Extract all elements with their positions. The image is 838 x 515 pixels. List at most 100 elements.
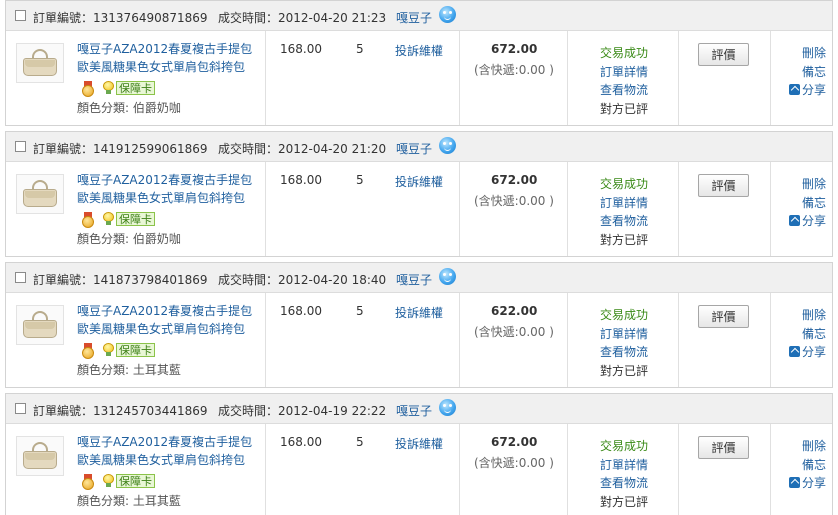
column-divider bbox=[678, 31, 679, 125]
complaint-link[interactable]: 投訴維權 bbox=[395, 173, 443, 190]
deal-time: 成交時間：2012-04-19 22:22 bbox=[218, 402, 386, 419]
medal-disc bbox=[82, 216, 94, 228]
medal-icon[interactable] bbox=[81, 474, 95, 490]
trade-status: 交易成功 bbox=[600, 46, 649, 60]
share-link[interactable]: 分享 bbox=[784, 212, 826, 231]
memo-link[interactable]: 備忘 bbox=[784, 194, 826, 213]
unit-price: 168.00 bbox=[280, 42, 322, 56]
review-status: 對方已評 bbox=[600, 101, 649, 116]
order-detail-link[interactable]: 訂單詳情 bbox=[600, 194, 648, 213]
delete-link[interactable]: 刪除 bbox=[784, 437, 826, 456]
share-link[interactable]: 分享 bbox=[784, 81, 826, 100]
wangwang-chat-icon[interactable] bbox=[439, 399, 456, 416]
review-button[interactable]: 評價 bbox=[698, 305, 749, 328]
order-number-value: 131245703441869 bbox=[93, 404, 208, 418]
order-select-checkbox[interactable] bbox=[15, 10, 26, 21]
product-thumbnail[interactable] bbox=[16, 174, 64, 214]
order-select-checkbox[interactable] bbox=[15, 403, 26, 414]
column-divider bbox=[567, 31, 568, 125]
quantity: 5 bbox=[356, 435, 364, 449]
complaint-link[interactable]: 投訴維權 bbox=[395, 435, 443, 452]
deal-time: 成交時間：2012-04-20 21:20 bbox=[218, 140, 386, 157]
operations-column: 刪除 備忘 分享 bbox=[784, 175, 826, 231]
order-select-checkbox[interactable] bbox=[15, 272, 26, 283]
wangwang-chat-icon[interactable] bbox=[439, 137, 456, 154]
review-button[interactable]: 評價 bbox=[698, 436, 749, 459]
order-detail-link[interactable]: 訂單詳情 bbox=[600, 63, 648, 82]
deal-time-label: 成交時間： bbox=[218, 273, 279, 287]
bulb-base bbox=[106, 90, 111, 94]
column-divider bbox=[770, 424, 771, 515]
deal-time-label: 成交時間： bbox=[218, 404, 279, 418]
status-column: 交易成功 訂單詳情 查看物流 對方已評 bbox=[600, 44, 648, 118]
medal-icon[interactable] bbox=[81, 343, 95, 359]
memo-link[interactable]: 備忘 bbox=[784, 456, 826, 475]
seller-link[interactable]: 嘎豆子 bbox=[396, 402, 432, 419]
product-thumbnail[interactable] bbox=[16, 305, 64, 345]
product-title-link[interactable]: 嘎豆子AZA2012春夏複古手提包歐美風糖果色女式單肩包斜挎包 bbox=[77, 433, 262, 469]
product-title-link[interactable]: 嘎豆子AZA2012春夏複古手提包歐美風糖果色女式單肩包斜挎包 bbox=[77, 40, 262, 76]
guarantee-card-badge[interactable]: 保障卡 bbox=[116, 474, 155, 488]
view-logistics-link[interactable]: 查看物流 bbox=[600, 81, 648, 100]
share-link[interactable]: 分享 bbox=[784, 343, 826, 362]
share-label: 分享 bbox=[801, 345, 826, 359]
color-attribute: 顏色分類: 土耳其藍 bbox=[77, 363, 181, 377]
complaint-link[interactable]: 投訴維權 bbox=[395, 42, 443, 59]
review-button[interactable]: 評價 bbox=[698, 174, 749, 197]
guarantee-bulb-icon bbox=[102, 343, 115, 357]
unit-price: 168.00 bbox=[280, 304, 322, 318]
order-card: 訂單編號：131245703441869 成交時間：2012-04-19 22:… bbox=[5, 393, 833, 515]
order-select-checkbox[interactable] bbox=[15, 141, 26, 152]
product-thumbnail[interactable] bbox=[16, 43, 64, 83]
seller-link[interactable]: 嘎豆子 bbox=[396, 9, 432, 26]
share-label: 分享 bbox=[801, 476, 826, 490]
medal-icon[interactable] bbox=[81, 212, 95, 228]
order-row: 嘎豆子AZA2012春夏複古手提包歐美風糖果色女式單肩包斜挎包 保障卡 顏色分類… bbox=[6, 162, 832, 256]
share-icon bbox=[788, 215, 800, 226]
order-number-label: 訂單編號： bbox=[33, 404, 94, 418]
guarantee-card-badge[interactable]: 保障卡 bbox=[116, 212, 155, 226]
order-card: 訂單編號：141912599061869 成交時間：2012-04-20 21:… bbox=[5, 131, 833, 257]
delete-link[interactable]: 刪除 bbox=[784, 306, 826, 325]
guarantee-card-badge[interactable]: 保障卡 bbox=[116, 81, 155, 95]
handbag-flap bbox=[25, 322, 55, 329]
product-thumbnail[interactable] bbox=[16, 436, 64, 476]
status-column: 交易成功 訂單詳情 查看物流 對方已評 bbox=[600, 306, 648, 380]
operations-column: 刪除 備忘 分享 bbox=[784, 44, 826, 100]
share-link[interactable]: 分享 bbox=[784, 474, 826, 493]
column-divider bbox=[567, 162, 568, 256]
product-title-link[interactable]: 嘎豆子AZA2012春夏複古手提包歐美風糖果色女式單肩包斜挎包 bbox=[77, 302, 262, 338]
seller-link[interactable]: 嘎豆子 bbox=[396, 140, 432, 157]
product-title-link[interactable]: 嘎豆子AZA2012春夏複古手提包歐美風糖果色女式單肩包斜挎包 bbox=[77, 171, 262, 207]
column-divider bbox=[770, 293, 771, 387]
order-total: 672.00 bbox=[491, 42, 538, 56]
share-icon bbox=[788, 84, 800, 95]
wangwang-chat-icon[interactable] bbox=[439, 6, 456, 23]
view-logistics-link[interactable]: 查看物流 bbox=[600, 474, 648, 493]
order-number-label: 訂單編號： bbox=[33, 11, 94, 25]
seller-link[interactable]: 嘎豆子 bbox=[396, 271, 432, 288]
deal-time-value: 2012-04-20 18:40 bbox=[278, 273, 387, 287]
column-divider bbox=[265, 162, 266, 256]
order-number: 訂單編號：131376490871869 bbox=[33, 9, 208, 26]
order-header: 訂單編號：131245703441869 成交時間：2012-04-19 22:… bbox=[6, 394, 832, 424]
unit-price: 168.00 bbox=[280, 173, 322, 187]
order-number-value: 141912599061869 bbox=[93, 142, 208, 156]
medal-icon[interactable] bbox=[81, 81, 95, 97]
unit-price: 168.00 bbox=[280, 435, 322, 449]
order-header: 訂單編號：141912599061869 成交時間：2012-04-20 21:… bbox=[6, 132, 832, 162]
wangwang-chat-icon[interactable] bbox=[439, 268, 456, 285]
order-detail-link[interactable]: 訂單詳情 bbox=[600, 456, 648, 475]
order-detail-link[interactable]: 訂單詳情 bbox=[600, 325, 648, 344]
view-logistics-link[interactable]: 查看物流 bbox=[600, 343, 648, 362]
memo-link[interactable]: 備忘 bbox=[784, 325, 826, 344]
guarantee-card-badge[interactable]: 保障卡 bbox=[116, 343, 155, 357]
delete-link[interactable]: 刪除 bbox=[784, 44, 826, 63]
complaint-link[interactable]: 投訴維權 bbox=[395, 304, 443, 321]
status-column: 交易成功 訂單詳情 查看物流 對方已評 bbox=[600, 175, 648, 249]
delete-link[interactable]: 刪除 bbox=[784, 175, 826, 194]
view-logistics-link[interactable]: 查看物流 bbox=[600, 212, 648, 231]
review-button[interactable]: 評價 bbox=[698, 43, 749, 66]
column-divider bbox=[770, 31, 771, 125]
memo-link[interactable]: 備忘 bbox=[784, 63, 826, 82]
